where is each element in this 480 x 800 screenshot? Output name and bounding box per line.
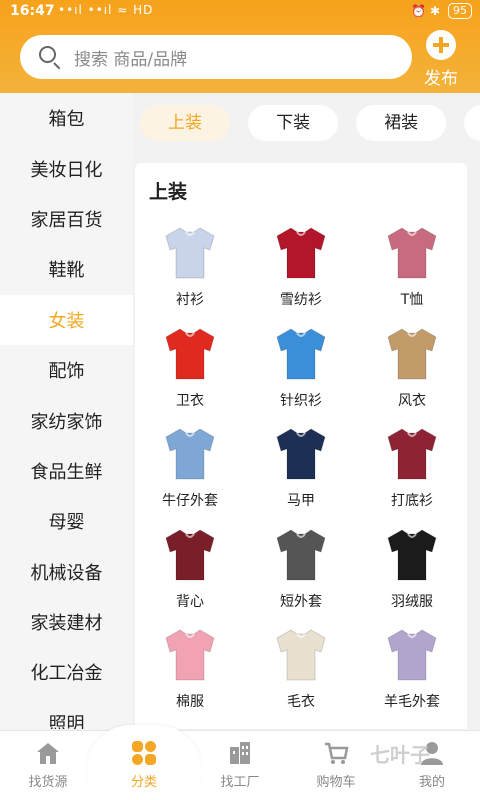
nav-label-find-supply: 找货源 (28, 775, 68, 790)
garment-thumbnail-icon (269, 522, 333, 586)
watermark-logo: 七叶子 (370, 743, 430, 767)
search-input[interactable]: 搜索 商品/品牌 (20, 35, 412, 79)
product-category-item[interactable]: 棉服 (135, 617, 245, 717)
nav-label-category: 分类 (130, 775, 157, 790)
product-category-item[interactable]: 毛衣 (246, 617, 356, 717)
garment-thumbnail-icon (158, 622, 222, 686)
nav-find-supply[interactable]: 找货源 (0, 739, 96, 790)
product-category-label: 背心 (176, 593, 204, 610)
factory-icon (226, 739, 254, 767)
sidebar-item-shoes[interactable]: 鞋靴 (0, 244, 133, 294)
product-category-item[interactable]: 打底衫 (357, 416, 467, 516)
garment-thumbnail-icon (158, 421, 222, 485)
garment-thumbnail-icon (269, 421, 333, 485)
cart-icon (322, 739, 350, 767)
bottom-tabbar: 找货源 分类 找工厂 购物车 我的 七叶子 (0, 725, 480, 800)
garment-thumbnail-icon (269, 220, 333, 284)
product-category-item[interactable]: 背心 (135, 517, 245, 617)
category-icon (130, 739, 158, 767)
garment-thumbnail-icon (269, 321, 333, 385)
product-category-item[interactable]: 风衣 (357, 316, 467, 416)
search-icon (38, 45, 62, 70)
product-category-label: 毛衣 (287, 694, 315, 710)
plus-icon (426, 30, 456, 60)
nav-find-factory[interactable]: 找工厂 (192, 739, 288, 790)
tab-more[interactable]: □ (464, 105, 480, 141)
status-bar: 16:47 ••ıl ••ıl ≈ HD ⏰ ✱ 95 (0, 0, 480, 24)
product-category-item[interactable]: 马甲 (246, 416, 356, 516)
product-category-label: 马甲 (287, 493, 315, 509)
product-category-label: 衬衫 (176, 292, 204, 308)
section-title: 上装 (149, 181, 188, 203)
product-category-label: T恤 (400, 292, 424, 308)
product-category-item[interactable]: 雪纺衫 (246, 215, 356, 315)
product-category-label: 针织衫 (280, 392, 322, 409)
sidebar-item-building-materials[interactable]: 家装建材 (0, 597, 133, 647)
tab-bottoms[interactable]: 下装 (248, 105, 339, 141)
nav-label-cart: 购物车 (316, 775, 356, 790)
sidebar-item-accessories[interactable]: 配饰 (0, 345, 133, 395)
product-category-label: 打底衫 (391, 493, 433, 509)
garment-thumbnail-icon (380, 220, 444, 284)
garment-thumbnail-icon (380, 522, 444, 586)
garment-thumbnail-icon (158, 220, 222, 284)
product-category-label: 雪纺衫 (280, 292, 322, 308)
sidebar-item-womens-clothing[interactable]: 女装 (0, 294, 133, 345)
product-category-item[interactable]: 衬衫 (135, 215, 245, 315)
garment-thumbnail-icon (158, 522, 222, 586)
product-category-label: 棉服 (176, 694, 204, 710)
subcategory-tabs: 上装 下装 裙装 □ (140, 105, 480, 141)
status-right: ⏰ ✱ 95 (411, 3, 472, 19)
garment-thumbnail-icon (269, 622, 333, 686)
publish-label: 发布 (424, 69, 458, 89)
sidebar-item-home-goods[interactable]: 家居百货 (0, 194, 133, 244)
category-card: 上装 衬衫 雪纺衫 T恤卫衣 针织衫 风衣牛仔外套 马甲 打底衫背心 短外套 羽绒服棉服 毛衣 羊毛… (135, 163, 467, 729)
product-category-label: 风衣 (398, 392, 426, 409)
product-category-label: 羊毛外套 (384, 694, 440, 710)
home-icon (34, 739, 62, 767)
product-category-item[interactable]: 羊毛外套 (357, 617, 467, 717)
tab-tops[interactable]: 上装 (140, 105, 230, 141)
sidebar-item-chemicals[interactable]: 化工冶金 (0, 647, 133, 697)
sidebar-item-lighting[interactable]: 照明 (0, 698, 133, 729)
sidebar-item-home-textiles[interactable]: 家纺家饰 (0, 395, 133, 445)
garment-thumbnail-icon (380, 421, 444, 485)
status-time: 16:47 (10, 3, 55, 19)
product-category-item[interactable]: 卫衣 (135, 316, 245, 416)
product-category-item[interactable]: 针织衫 (246, 316, 356, 416)
publish-button[interactable]: 发布 (420, 30, 462, 89)
product-category-item[interactable]: 牛仔外套 (135, 416, 245, 516)
sidebar-item-baby[interactable]: 母婴 (0, 496, 133, 546)
sidebar-item-bags[interactable]: 箱包 (0, 93, 133, 143)
alarm-bluetooth-icon: ⏰ ✱ (411, 4, 440, 18)
garment-thumbnail-icon (380, 622, 444, 686)
product-category-label: 牛仔外套 (162, 493, 218, 509)
product-category-item[interactable]: 羽绒服 (357, 517, 467, 617)
app-header: 16:47 ••ıl ••ıl ≈ HD ⏰ ✱ 95 搜索 商品/品牌 发布 (0, 0, 480, 93)
nav-category[interactable]: 分类 (96, 739, 192, 790)
product-category-item[interactable]: T恤 (357, 215, 467, 315)
sidebar-item-machinery[interactable]: 机械设备 (0, 547, 133, 597)
product-category-label: 羽绒服 (391, 593, 433, 610)
tab-dresses[interactable]: 裙装 (356, 105, 447, 141)
garment-thumbnail-icon (158, 321, 222, 385)
nav-label-mine: 我的 (418, 775, 445, 790)
category-sidebar: 箱包 美妆日化 家居百货 鞋靴 女装 配饰 家纺家饰 食品生鲜 母婴 机械设备 … (0, 93, 133, 729)
main-content: 上装 下装 裙装 □ 上装 衬衫 雪纺衫 T恤卫衣 针织衫 风衣牛仔外套 马甲 打底衫背心 短… (133, 93, 480, 729)
product-category-label: 卫衣 (176, 392, 204, 409)
search-placeholder: 搜索 商品/品牌 (74, 49, 188, 70)
nav-label-find-factory: 找工厂 (220, 775, 260, 790)
garment-thumbnail-icon (380, 321, 444, 385)
signal-icons: ••ıl ••ıl ≈ HD (58, 3, 154, 17)
product-category-item[interactable]: 短外套 (246, 517, 356, 617)
sidebar-item-cosmetics[interactable]: 美妆日化 (0, 143, 133, 193)
battery-icon: 95 (448, 3, 472, 19)
sidebar-item-food[interactable]: 食品生鲜 (0, 446, 133, 496)
product-category-label: 短外套 (280, 593, 322, 610)
